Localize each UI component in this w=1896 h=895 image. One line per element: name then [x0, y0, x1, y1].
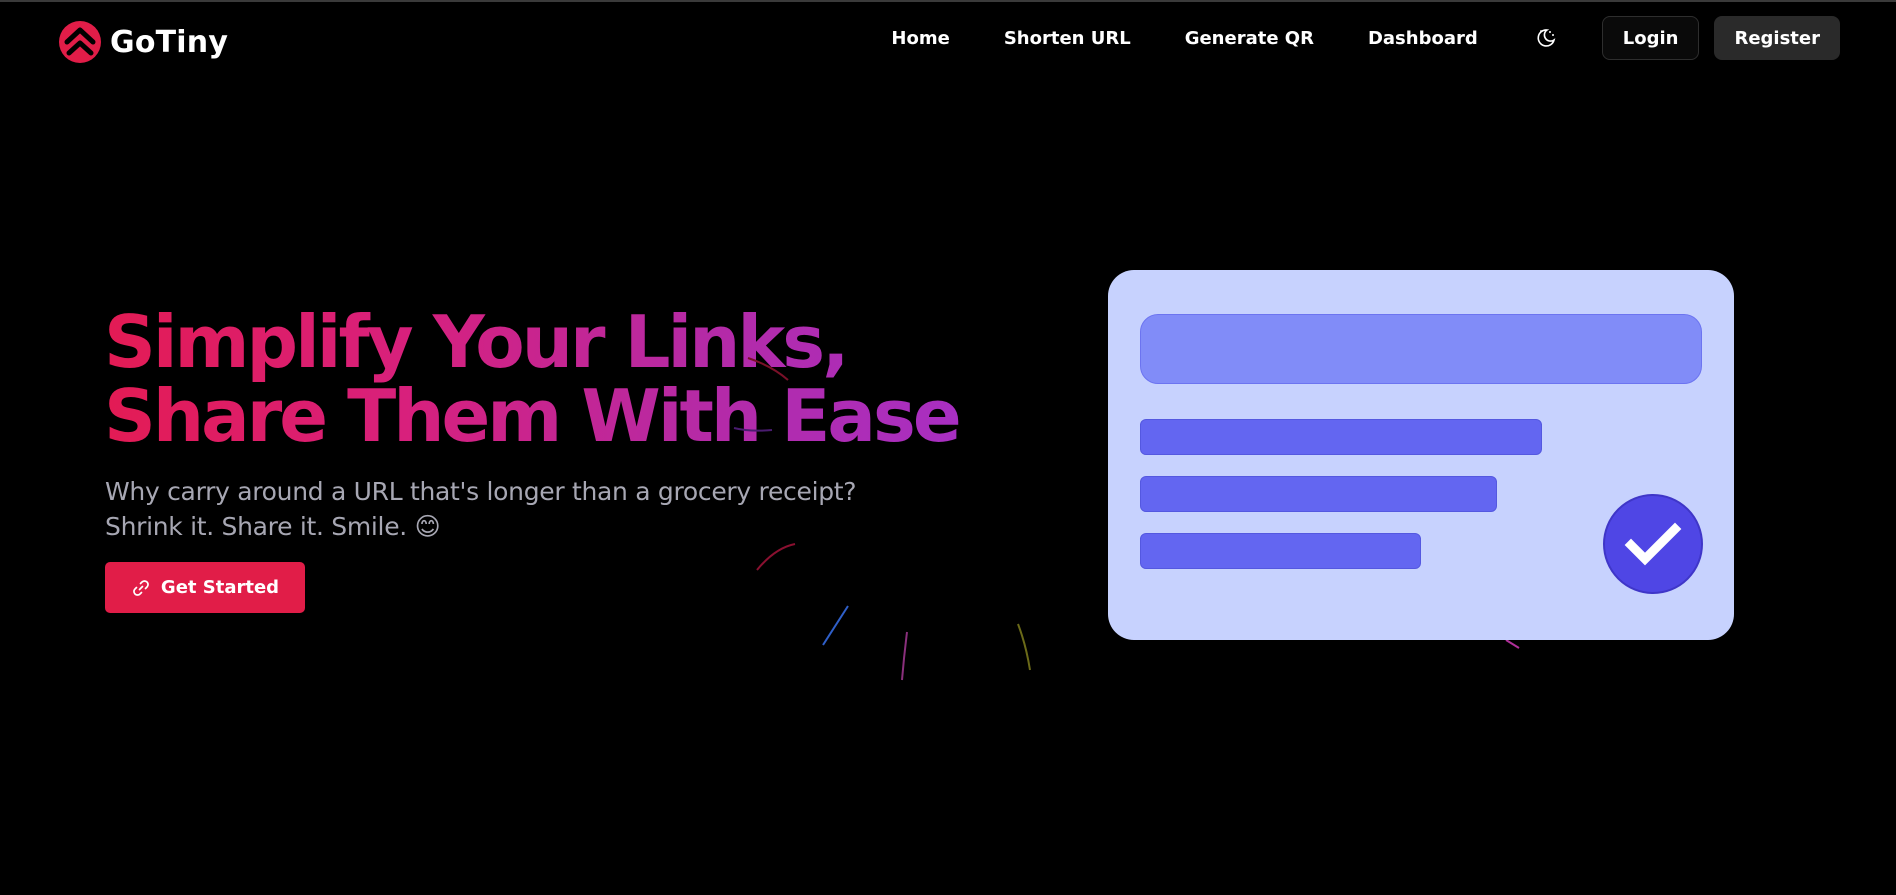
- illustration-check-badge: [1603, 494, 1703, 594]
- illustration-text-bar: [1140, 419, 1542, 455]
- checkmark-icon: [1624, 522, 1682, 566]
- confetti-stroke: [733, 427, 773, 432]
- confetti-stroke: [1505, 639, 1520, 649]
- confetti-stroke: [1017, 623, 1031, 671]
- illustration-input-bar: [1140, 314, 1702, 384]
- confetti-stroke: [822, 605, 849, 646]
- url-card-illustration: [1108, 270, 1734, 640]
- confetti-stroke: [901, 631, 908, 681]
- illustration-text-bar: [1140, 533, 1421, 569]
- illustration-text-bar: [1140, 476, 1497, 512]
- confetti-stroke: [747, 357, 789, 381]
- confetti-stroke: [756, 543, 796, 571]
